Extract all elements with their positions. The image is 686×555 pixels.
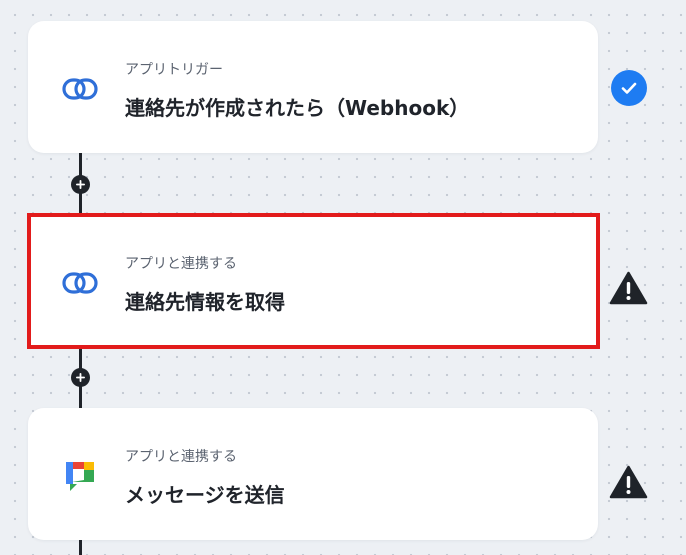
google-chat-icon [66,462,94,491]
step-complete-badge [611,70,647,106]
step-title: メッセージを送信 [125,483,285,507]
flow-step-card-trigger[interactable]: アプリトリガー 連絡先が作成されたら（Webhook） [28,21,598,153]
plus-icon [76,373,85,382]
add-step-button[interactable] [71,175,90,194]
step-type-label: アプリトリガー [125,62,223,78]
add-step-button[interactable] [71,368,90,387]
step-title: 連絡先情報を取得 [125,290,285,314]
step-title: 連絡先が作成されたら（Webhook） [125,96,470,120]
step-type-label: アプリと連携する [125,256,237,272]
checkmark-icon [621,82,637,94]
connector-line [79,538,82,555]
flow-step-card-get-contact[interactable]: アプリと連携する 連絡先情報を取得 [27,213,600,349]
plus-icon [76,180,85,189]
link-rings-icon [62,78,98,100]
warning-icon [609,271,648,305]
link-rings-icon [62,272,98,294]
flow-step-card-send-message[interactable]: アプリと連携する メッセージを送信 [28,408,598,540]
warning-icon [609,465,648,499]
step-type-label: アプリと連携する [125,449,237,465]
